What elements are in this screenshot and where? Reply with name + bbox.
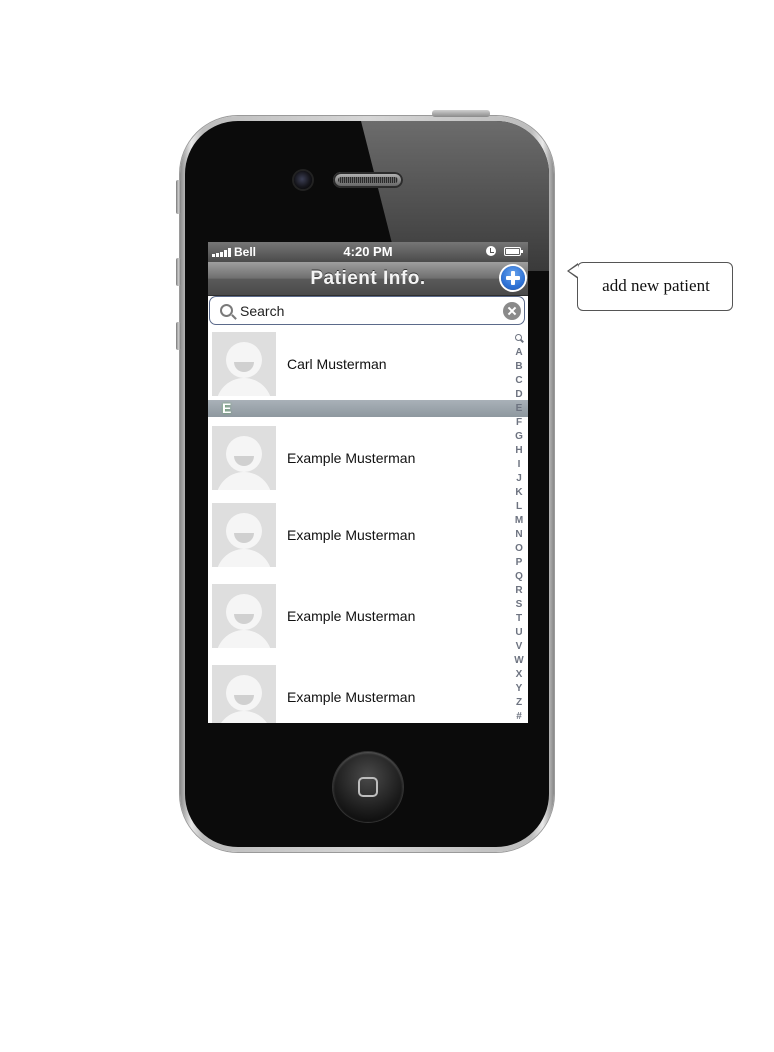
status-bar: Bell 4:20 PM	[208, 242, 528, 262]
list-item[interactable]: Example Musterman	[208, 426, 508, 492]
index-letter[interactable]: G	[510, 430, 528, 444]
avatar	[212, 426, 276, 490]
index-letter[interactable]: R	[510, 584, 528, 598]
avatar	[212, 584, 276, 648]
power-button	[432, 110, 490, 117]
avatar	[212, 332, 276, 396]
index-letter[interactable]: D	[510, 388, 528, 402]
volume-down-button	[176, 322, 181, 350]
search-input[interactable]: Search	[209, 296, 525, 325]
index-letter[interactable]: W	[510, 654, 528, 668]
patient-name: Example Musterman	[287, 527, 416, 543]
callout-pointer-fill	[569, 265, 578, 277]
list-item[interactable]: Example Musterman	[208, 665, 508, 723]
add-patient-button[interactable]	[501, 266, 525, 290]
search-icon	[220, 304, 233, 317]
index-letter[interactable]: S	[510, 598, 528, 612]
index-letter[interactable]: B	[510, 360, 528, 374]
home-button[interactable]	[333, 752, 403, 822]
page-title: Patient Info.	[310, 268, 426, 289]
patient-name: Carl Musterman	[287, 356, 387, 372]
index-letter[interactable]: C	[510, 374, 528, 388]
index-letter[interactable]: Q	[510, 570, 528, 584]
index-letter[interactable]: A	[510, 346, 528, 360]
index-letter[interactable]: O	[510, 542, 528, 556]
front-camera	[294, 171, 312, 189]
battery-icon	[504, 247, 523, 256]
index-letter[interactable]: I	[510, 458, 528, 472]
index-letter[interactable]: H	[510, 444, 528, 458]
alarm-clock-icon	[486, 246, 496, 256]
index-letter[interactable]: P	[510, 556, 528, 570]
index-letter[interactable]: X	[510, 668, 528, 682]
search-placeholder: Search	[240, 303, 285, 319]
index-letter[interactable]: K	[510, 486, 528, 500]
list-item[interactable]: Example Musterman	[208, 584, 508, 650]
mute-switch	[176, 180, 181, 214]
list-item[interactable]: Carl Musterman	[208, 332, 508, 398]
index-letter[interactable]: #	[510, 710, 528, 723]
section-header: E	[208, 400, 528, 417]
app-screen: Bell 4:20 PM Patient Info. Search Carl M…	[208, 242, 528, 723]
index-letter[interactable]: V	[510, 640, 528, 654]
index-letter[interactable]: F	[510, 416, 528, 430]
earpiece-speaker	[333, 172, 403, 188]
index-letter[interactable]: N	[510, 528, 528, 542]
list-item[interactable]: Example Musterman	[208, 503, 508, 569]
avatar	[212, 503, 276, 567]
index-letter[interactable]: M	[510, 514, 528, 528]
navigation-bar: Patient Info.	[208, 262, 528, 296]
index-letter[interactable]: T	[510, 612, 528, 626]
index-letter[interactable]: Y	[510, 682, 528, 696]
patient-name: Example Musterman	[287, 450, 416, 466]
index-letter[interactable]: L	[510, 500, 528, 514]
index-letter[interactable]: Z	[510, 696, 528, 710]
callout-text: add new patient	[602, 276, 710, 295]
search-bar: Search	[208, 296, 528, 327]
index-letter[interactable]: U	[510, 626, 528, 640]
patient-name: Example Musterman	[287, 608, 416, 624]
index-search-icon[interactable]	[510, 332, 528, 346]
annotation-callout: add new patient	[577, 262, 733, 311]
avatar	[212, 665, 276, 723]
patient-name: Example Musterman	[287, 689, 416, 705]
status-time: 4:20 PM	[343, 244, 393, 259]
clear-search-icon[interactable]	[503, 302, 521, 320]
alphabet-index[interactable]: A B C D E F G H I J K L M N O P Q R S T …	[510, 332, 528, 723]
volume-up-button	[176, 258, 181, 286]
section-letter: E	[222, 400, 232, 416]
home-square-icon	[358, 777, 378, 797]
index-letter[interactable]: J	[510, 472, 528, 486]
index-letter[interactable]: E	[510, 402, 528, 416]
